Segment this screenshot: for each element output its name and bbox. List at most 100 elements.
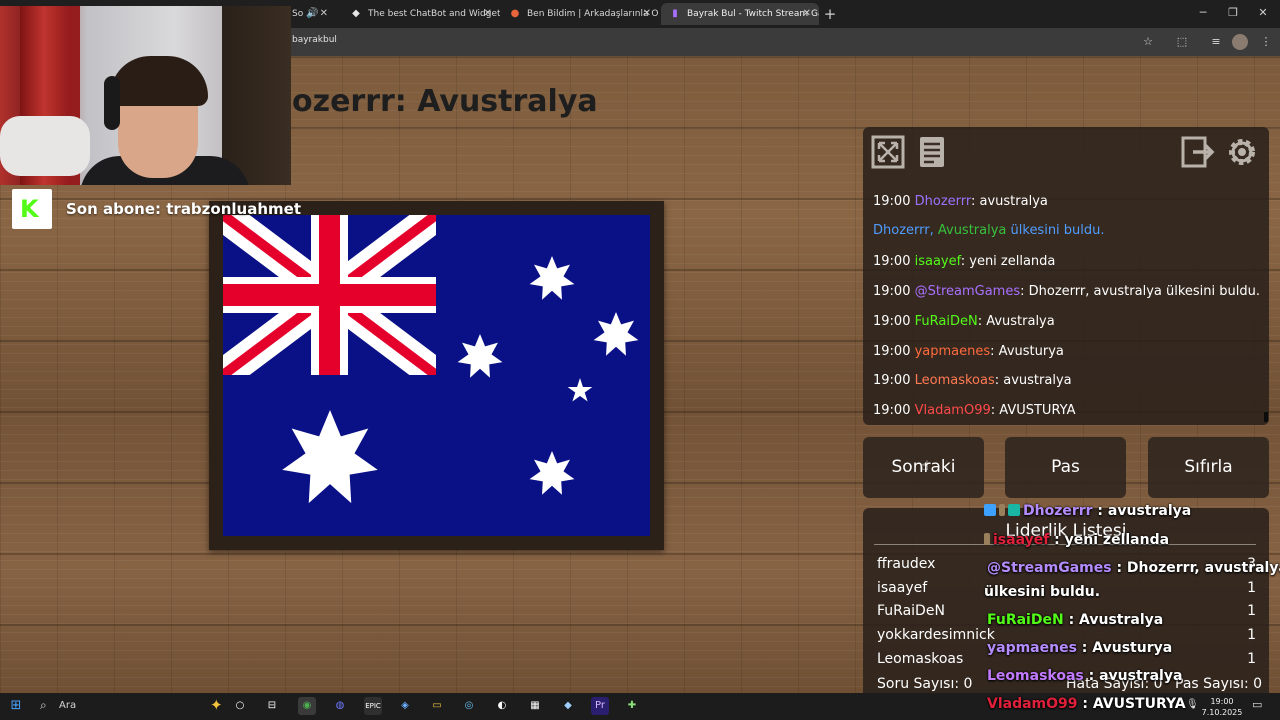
tab-label: So: [292, 9, 304, 19]
chat-message: 19:00 @StreamGames: Dhozerrr, avustralya…: [873, 284, 1260, 299]
url-field[interactable]: bayrakbul: [292, 35, 337, 45]
chat-text: : AVUSTURYA: [990, 403, 1076, 418]
overlay-user: FuRaiDeN: [987, 612, 1064, 628]
minimize-icon[interactable]: ─: [1196, 5, 1210, 21]
close-tab-icon[interactable]: ✕: [484, 3, 492, 25]
new-tab-button[interactable]: +: [822, 4, 838, 24]
epic-games-icon[interactable]: EPIC: [364, 697, 382, 715]
overlay-user: isaayef: [993, 532, 1050, 548]
exit-icon[interactable]: [1181, 135, 1215, 169]
chat-text: : avustralya: [994, 373, 1072, 388]
chat-message: 19:00 VladamO99: AVUSTURYA: [873, 403, 1075, 418]
notification-icon[interactable]: ▭: [1252, 698, 1262, 711]
leaderboard-name: yokkardesimnick: [877, 627, 995, 643]
gear-icon[interactable]: [1225, 135, 1259, 169]
document-icon[interactable]: [915, 135, 949, 169]
question-title: ozerrr: Avustralya: [292, 84, 598, 119]
app-icon[interactable]: ◆: [559, 697, 577, 715]
pass-button[interactable]: Pas: [1005, 437, 1126, 498]
audio-icon: 🔊: [306, 8, 319, 19]
grid-app-icon[interactable]: ▦: [526, 697, 544, 715]
chat-time: 19:00: [873, 314, 911, 329]
chat-message: 19:00 Leomaskoas: avustralya: [873, 373, 1072, 388]
reset-button[interactable]: Sıfırla: [1148, 437, 1269, 498]
subscriber-text: Son abone: trabzonluahmet: [66, 200, 301, 218]
discord-icon[interactable]: ◍: [331, 697, 349, 715]
chat-user: FuRaiDeN: [914, 314, 978, 329]
chrome-icon[interactable]: ◉: [298, 697, 316, 715]
webcam-overlay: [0, 6, 291, 185]
overlay-chat-message: isaayef : yeni zellanda: [984, 532, 1169, 548]
overlay-text: ülkesini buldu.: [984, 584, 1101, 600]
overlay-text: : Avustralya: [1063, 612, 1164, 628]
leaderboard-score: 1: [1247, 627, 1256, 643]
chat-user: Dhozerrr: [914, 194, 971, 209]
widgets-icon[interactable]: ⊟: [263, 697, 281, 715]
close-tab-icon[interactable]: ✕: [803, 3, 811, 25]
leaderboard-name: Leomaskoas: [877, 651, 964, 667]
chat-user: VladamO99: [914, 403, 991, 418]
tab-label: Ben Bildim | Arkadaşlarınla Onl: [527, 9, 659, 19]
windows-start-icon[interactable]: ⊞: [8, 698, 24, 714]
overlay-user: VladamO99: [987, 696, 1078, 712]
close-tab-icon[interactable]: ✕: [320, 3, 328, 25]
obs-icon[interactable]: ◐: [493, 697, 511, 715]
chat-text: : Avustralya: [977, 314, 1055, 329]
browser-tab[interactable]: ◆ The best ChatBot and Widgets ✕: [342, 3, 500, 25]
copilot-sparkle-icon: ✦: [210, 696, 223, 714]
overlay-chat-message: yapmaenes : Avusturya: [987, 640, 1172, 656]
chat-time: 19:00: [873, 284, 911, 299]
taskbar-search[interactable]: ⌕ Ara ✦: [34, 696, 223, 717]
badge-icon: [1008, 504, 1020, 516]
browser-tab[interactable]: ● Ben Bildim | Arkadaşlarınla Onl ✕: [501, 3, 659, 25]
microphone-icon[interactable]: 🎙: [1186, 699, 1199, 710]
chat-time: 19:00: [873, 194, 911, 209]
steam-icon[interactable]: ◎: [460, 697, 478, 715]
file-explorer-icon[interactable]: ▭: [428, 697, 446, 715]
browser-tab-active[interactable]: ▮ Bayrak Bul - Twitch Stream Gam ✕: [661, 3, 819, 25]
chat-user: Dhozerrr,: [873, 223, 934, 238]
task-view-icon[interactable]: ○: [231, 697, 249, 715]
premiere-icon[interactable]: Pr: [591, 697, 609, 715]
close-window-icon[interactable]: ✕: [1256, 5, 1270, 21]
diamond-icon: ◆: [352, 8, 360, 19]
fullscreen-icon[interactable]: [871, 135, 905, 169]
badge-icon: [984, 533, 990, 545]
overlay-text: : yeni zellanda: [1049, 532, 1170, 548]
chat-log[interactable]: 19:00 Dhozerrr: avustralya Dhozerrr, Avu…: [873, 179, 1261, 421]
search-placeholder: Ara: [59, 700, 77, 711]
chat-scrollbar[interactable]: [1264, 412, 1268, 422]
badge-icon: [984, 504, 996, 516]
game-icon: ●: [510, 8, 520, 19]
restore-icon[interactable]: ❐: [1226, 5, 1240, 21]
taskbar-clock[interactable]: 19:00 7.10.2025: [1198, 696, 1246, 718]
chat-message: 19:00 isaayef: yeni zellanda: [873, 254, 1055, 269]
overlay-text: : Dhozerrr, avustralya: [1111, 560, 1280, 576]
overlay-chat-message: FuRaiDeN : Avustralya: [987, 612, 1163, 628]
app-icon[interactable]: ◈: [396, 697, 414, 715]
question-count: Soru Sayısı: 0: [877, 676, 973, 692]
browser-tab[interactable]: 🔊 So ✕: [284, 3, 336, 25]
overlay-user: @StreamGames: [987, 560, 1112, 576]
overlay-chat-message: @StreamGames : Dhozerrr, avustralya: [987, 560, 1280, 576]
overlay-chat-message: VladamO99 : AVUSTURYA: [987, 696, 1186, 712]
close-tab-icon[interactable]: ✕: [643, 3, 651, 25]
app-icon[interactable]: ✚: [623, 697, 641, 715]
leaderboard-score: 1: [1247, 603, 1256, 619]
chat-time: 19:00: [873, 373, 911, 388]
media-controls-icon[interactable]: ≡: [1208, 34, 1224, 50]
webcam-scene: [0, 116, 90, 176]
overlay-text: : avustralya: [1092, 503, 1192, 519]
clock-date: 7.10.2025: [1201, 708, 1243, 717]
overlay-user: Leomaskoas: [987, 668, 1084, 684]
leaderboard-name: FuRaiDeN: [877, 603, 945, 619]
chat-message: 19:00 FuRaiDeN: Avustralya: [873, 314, 1055, 329]
extensions-icon[interactable]: ⬚: [1174, 34, 1190, 50]
profile-avatar[interactable]: [1232, 34, 1248, 50]
chat-panel: 19:00 Dhozerrr: avustralya Dhozerrr, Avu…: [863, 127, 1269, 425]
menu-icon[interactable]: ⋮: [1258, 34, 1274, 50]
badge-icon: [999, 504, 1005, 516]
bookmark-star-icon[interactable]: ☆: [1140, 34, 1156, 50]
chat-text: : yeni zellanda: [960, 254, 1056, 269]
headphones-icon: [104, 76, 120, 130]
